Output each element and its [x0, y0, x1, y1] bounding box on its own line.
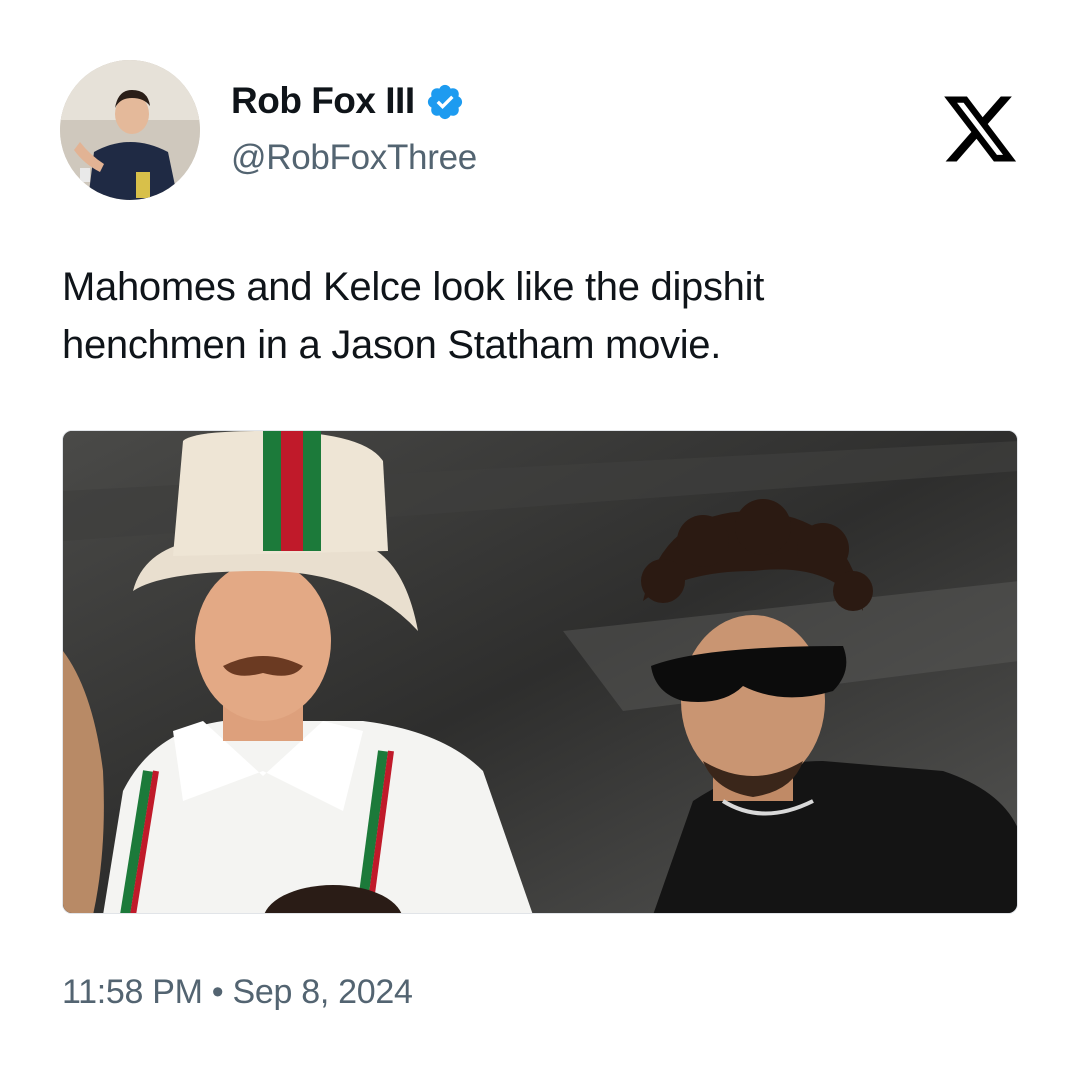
tweet-timestamp[interactable]: 11:58 PM • Sep 8, 2024 [62, 973, 413, 1012]
tweet-time: 11:58 PM [62, 973, 203, 1011]
tweet-date: Sep 8, 2024 [232, 973, 413, 1011]
verified-badge-icon [425, 82, 465, 122]
author-handle[interactable]: @RobFoxThree [231, 138, 477, 178]
author-name-row[interactable]: Rob Fox III [231, 80, 465, 122]
timestamp-separator: • [211, 973, 224, 1011]
tweet-text: Mahomes and Kelce look like the dipshit … [62, 265, 765, 367]
author-avatar[interactable] [60, 60, 200, 200]
avatar-photo [60, 60, 200, 200]
media-photo [63, 431, 1017, 913]
author-display-name[interactable]: Rob Fox III [231, 80, 415, 122]
x-logo-icon [940, 88, 1020, 170]
tweet-media-image[interactable] [62, 430, 1018, 914]
